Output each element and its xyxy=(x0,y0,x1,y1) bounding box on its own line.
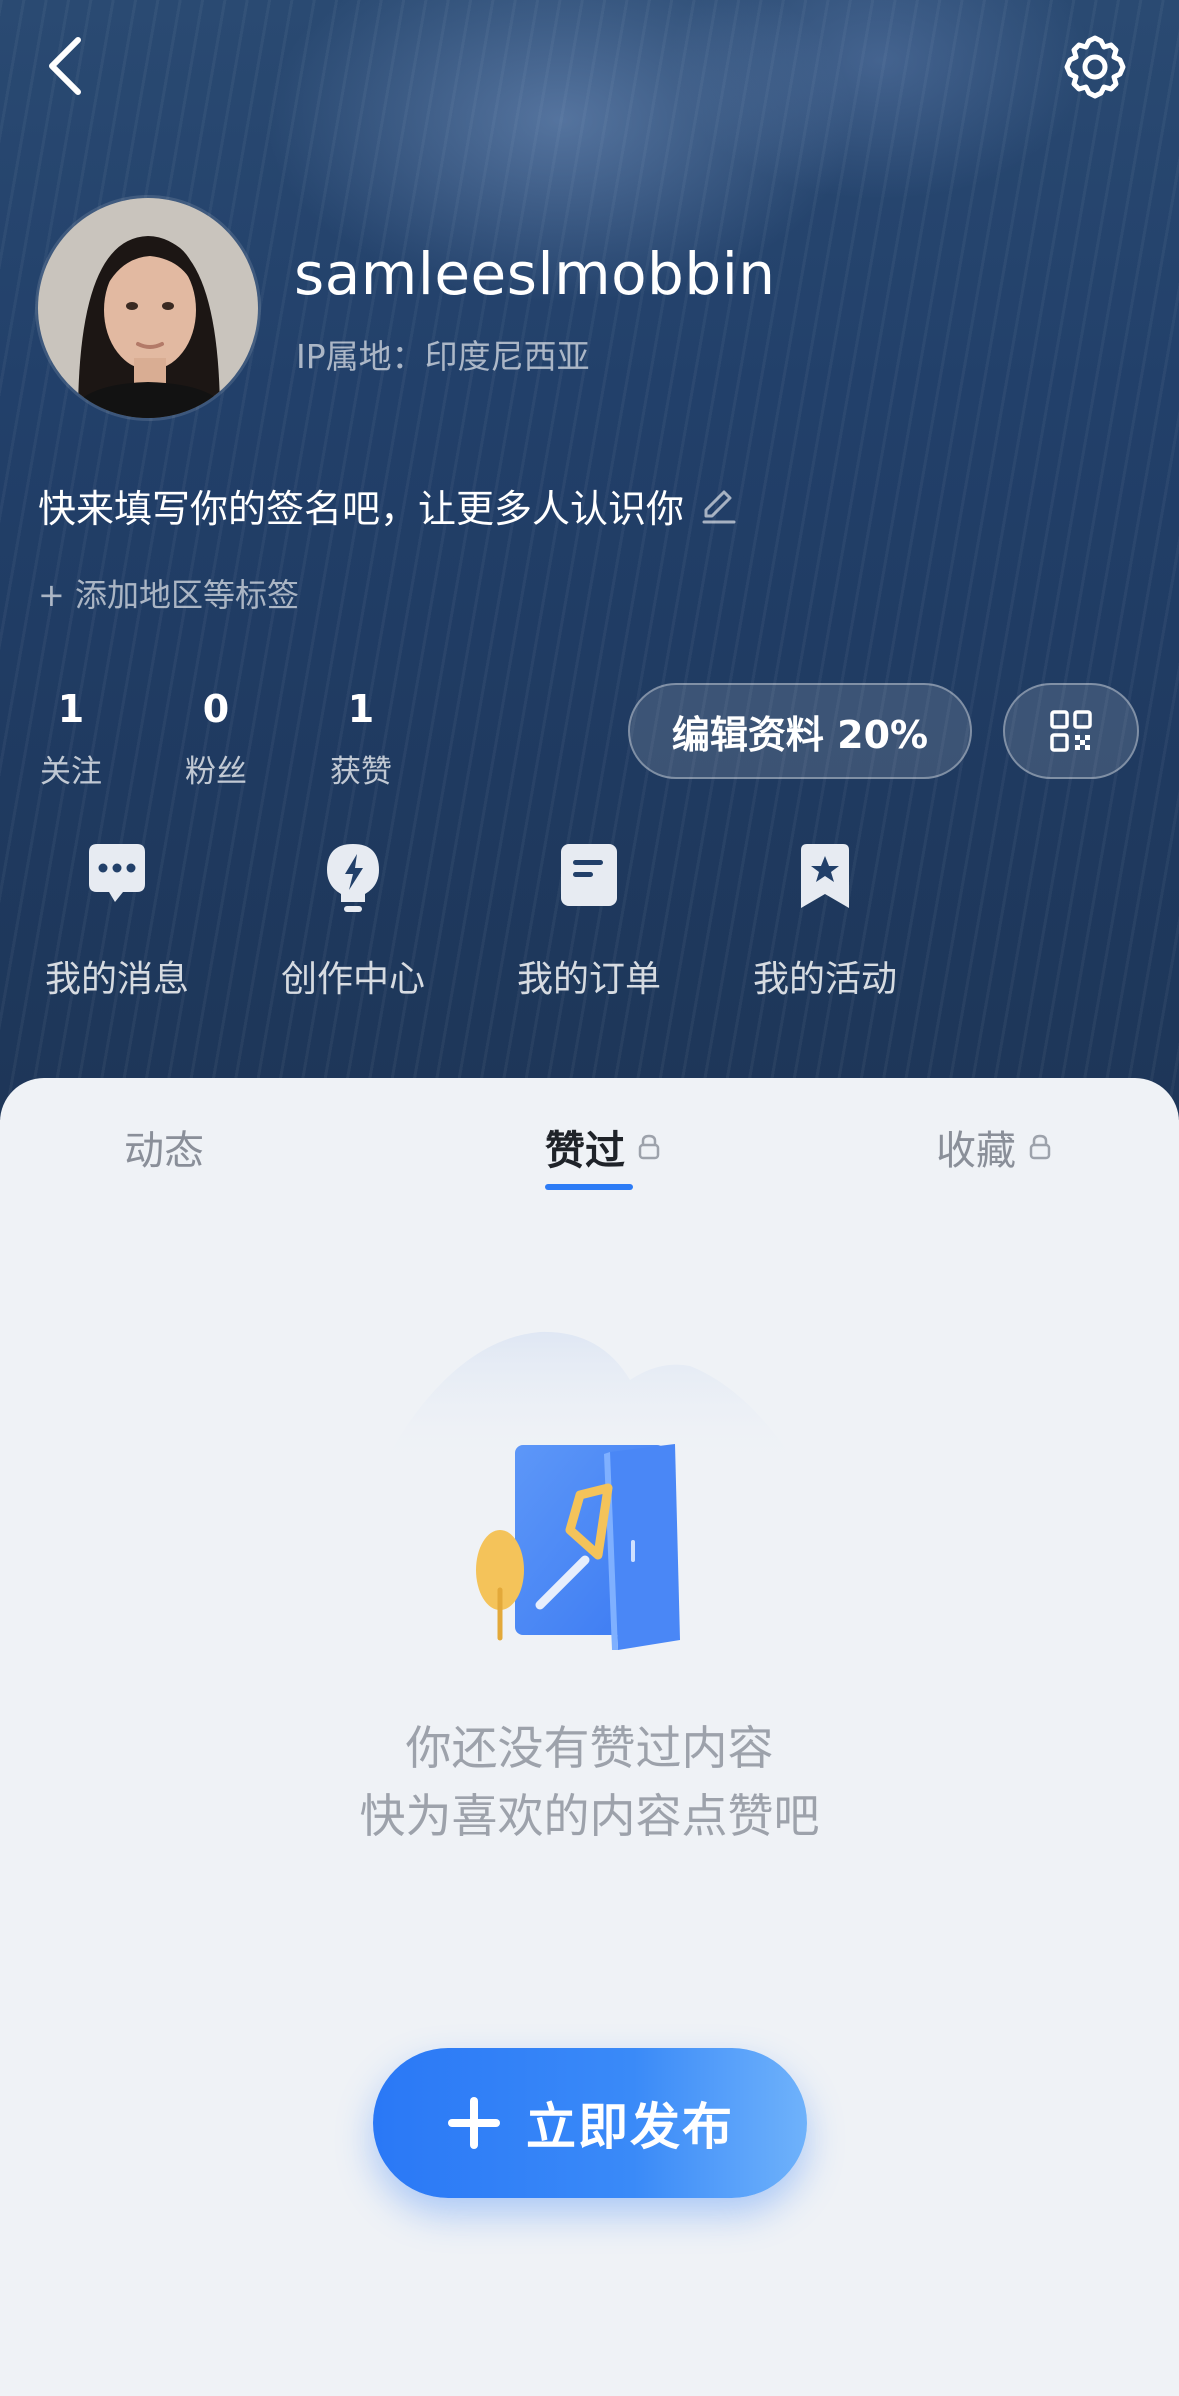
back-button[interactable] xyxy=(36,30,100,102)
quick-link-label: 创作中心 xyxy=(280,959,425,1000)
stat-count: 0 xyxy=(202,687,230,731)
tab-label: 收藏 xyxy=(936,1128,1016,1174)
stat-likes[interactable]: 1 获赞 xyxy=(311,690,411,791)
quick-link-label: 我的消息 xyxy=(44,959,189,1000)
stat-count: 1 xyxy=(347,687,375,731)
chevron-left-icon xyxy=(49,37,81,95)
avatar-photo xyxy=(38,198,258,418)
tab-liked[interactable]: 赞过 xyxy=(545,1118,661,1176)
ip-location: IP属地：印度尼西亚 xyxy=(296,337,590,376)
qr-code-icon xyxy=(1050,710,1092,752)
tab-favorites[interactable]: 收藏 xyxy=(936,1118,1052,1176)
tab-label: 赞过 xyxy=(545,1128,625,1174)
bio-text: 快来填写你的签名吧，让更多人认识你 xyxy=(38,487,685,531)
quick-link-orders[interactable]: 我的订单 xyxy=(489,840,689,1002)
quick-link-messages[interactable]: 我的消息 xyxy=(17,840,217,1002)
order-document-icon xyxy=(561,844,617,906)
lock-icon xyxy=(638,1134,660,1160)
tab-posts[interactable]: 动态 xyxy=(124,1118,204,1176)
plus-icon xyxy=(448,2097,500,2149)
message-bubble-icon xyxy=(89,844,145,902)
empty-state-title: 你还没有赞过内容 xyxy=(405,1721,774,1775)
bio-edit[interactable]: 快来填写你的签名吧，让更多人认识你 xyxy=(38,478,738,533)
star-bookmark-icon xyxy=(801,844,849,908)
quick-link-activities[interactable]: 我的活动 xyxy=(725,840,925,1002)
quick-link-label: 我的活动 xyxy=(752,959,897,1000)
stat-label: 粉丝 xyxy=(185,754,247,790)
lock-icon xyxy=(1029,1134,1051,1160)
stat-following[interactable]: 1 关注 xyxy=(21,690,121,791)
tab-label: 动态 xyxy=(124,1128,204,1174)
add-tag-link[interactable]: + 添加地区等标签 xyxy=(38,570,299,616)
active-tab-indicator xyxy=(545,1184,633,1190)
stat-count: 1 xyxy=(57,687,85,731)
quick-link-label: 我的订单 xyxy=(516,959,661,1000)
username: samleeslmobbin xyxy=(294,240,776,308)
stat-followers[interactable]: 0 粉丝 xyxy=(166,690,266,791)
pencil-icon xyxy=(702,490,736,523)
empty-state-illustration xyxy=(380,1331,800,1650)
publish-label: 立即发布 xyxy=(526,2098,734,2156)
empty-state-subtitle: 快为喜欢的内容点赞吧 xyxy=(359,1789,820,1843)
publish-button[interactable]: 立即发布 xyxy=(373,2048,807,2198)
gear-icon xyxy=(1064,35,1126,99)
quick-link-creator-center[interactable]: 创作中心 xyxy=(253,840,453,1002)
avatar[interactable] xyxy=(38,198,258,418)
stat-label: 关注 xyxy=(40,754,102,790)
stat-label: 获赞 xyxy=(330,754,392,790)
lightning-bulb-icon xyxy=(327,844,379,912)
qr-code-button[interactable] xyxy=(1003,683,1139,779)
settings-button[interactable] xyxy=(1060,32,1130,102)
edit-profile-button[interactable]: 编辑资料 20% xyxy=(628,683,972,779)
